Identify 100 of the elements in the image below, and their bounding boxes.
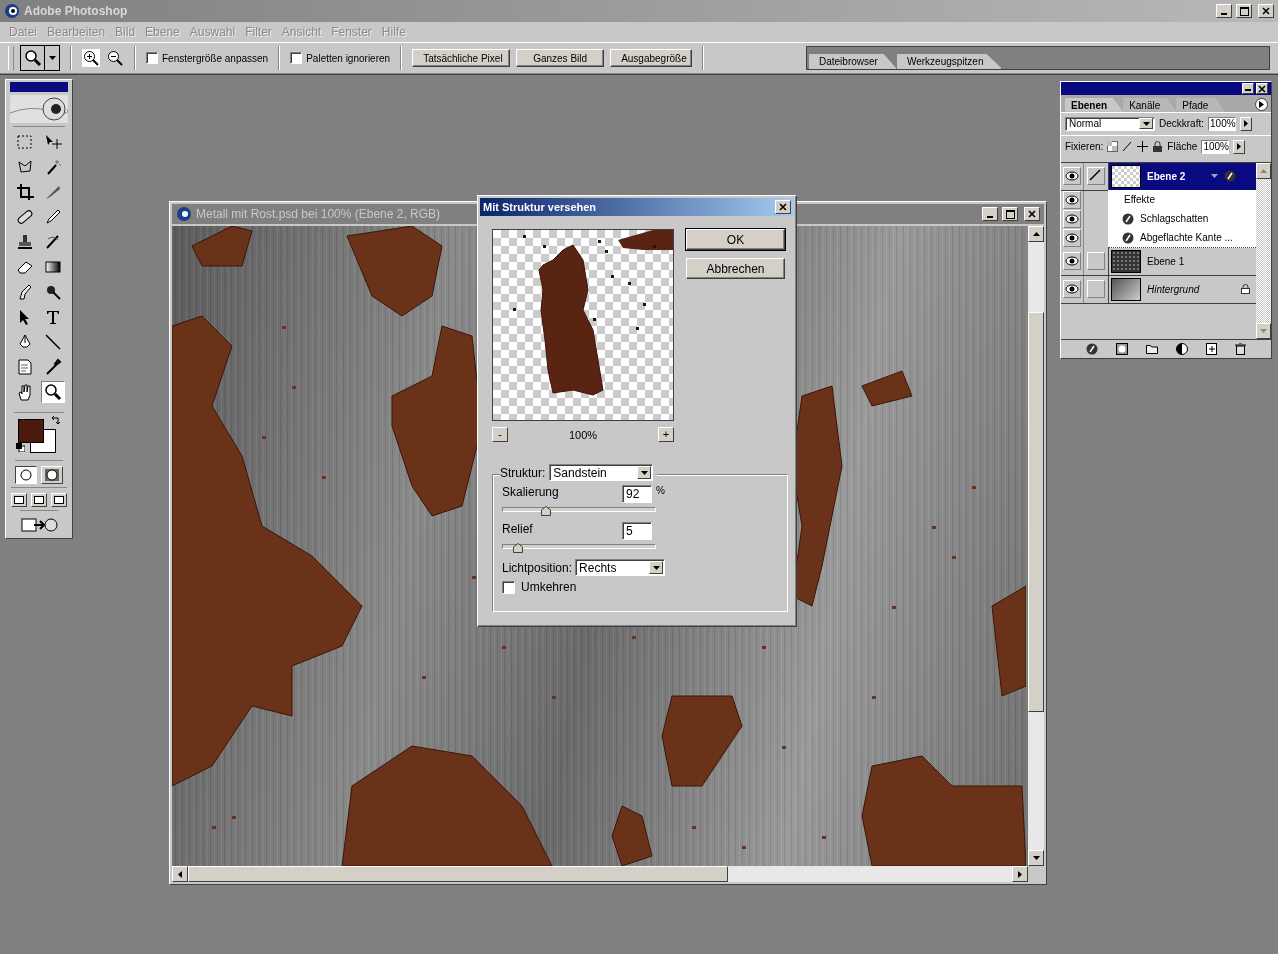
zoom-out-button[interactable] — [106, 49, 124, 67]
eye-icon — [1065, 233, 1079, 244]
document-icon — [176, 206, 192, 222]
mask-icon — [1116, 343, 1128, 355]
filled-circle-icon — [45, 469, 59, 481]
visibility-toggle[interactable] — [1063, 229, 1081, 248]
minimize-button[interactable] — [1216, 4, 1232, 18]
magnifier-icon — [23, 49, 42, 67]
palette-tab[interactable]: Dateibrowser — [809, 54, 897, 69]
fill-input[interactable]: 100% — [1201, 139, 1230, 154]
zoom-in-button[interactable] — [82, 49, 100, 67]
visibility-toggle[interactable] — [1063, 210, 1081, 229]
close-button[interactable] — [775, 200, 791, 214]
visibility-toggle[interactable] — [1063, 280, 1081, 299]
invert-checkbox[interactable]: Umkehren — [502, 580, 779, 594]
brush-icon — [1088, 168, 1102, 183]
link-toggle[interactable] — [1087, 252, 1105, 271]
ok-button[interactable]: OK — [686, 229, 785, 250]
opacity-arrow-button[interactable] — [1240, 116, 1252, 131]
opacity-input[interactable]: 100% — [1208, 116, 1236, 131]
dropdown-arrow-icon — [1211, 174, 1218, 179]
pencil-icon — [44, 208, 62, 226]
dialog-title: Mit Struktur versehen — [483, 201, 598, 213]
close-button[interactable] — [1256, 83, 1268, 94]
maximize-button[interactable] — [1002, 207, 1018, 221]
tool-preset-picker[interactable] — [20, 45, 60, 71]
eye-icon — [1065, 256, 1079, 267]
toolbar-button[interactable]: Ganzes Bild — [516, 49, 605, 67]
cancel-button[interactable]: Abbrechen — [686, 258, 785, 279]
screen-mode-button[interactable] — [31, 493, 47, 507]
texture-dropdown[interactable]: Sandstein — [549, 464, 654, 481]
lock-icon — [1152, 141, 1164, 153]
blend-mode-dropdown[interactable]: Normal — [1065, 116, 1155, 131]
screen-mode-button[interactable] — [51, 493, 67, 507]
vertical-scrollbar[interactable] — [1256, 162, 1271, 339]
half-circle-icon — [1176, 343, 1188, 355]
minimize-button[interactable] — [982, 207, 998, 221]
minimize-icon — [1245, 89, 1251, 91]
effect-icon — [1122, 231, 1134, 244]
toolbar-button[interactable]: Tatsächliche Pixel — [412, 49, 511, 67]
screen-mode-button[interactable] — [11, 493, 27, 507]
layer-row[interactable]: Ebene 2 — [1109, 162, 1256, 190]
line-icon — [44, 333, 62, 351]
toolbox-header-bar — [10, 82, 68, 92]
zoom-in-button[interactable]: + — [658, 427, 674, 442]
visibility-toggle[interactable] — [1063, 191, 1081, 210]
maximize-button[interactable] — [1236, 4, 1252, 18]
link-toggle[interactable] — [1087, 167, 1105, 186]
light-position-label: Lichtposition: — [502, 560, 573, 575]
maximize-icon — [1239, 6, 1249, 16]
fill-arrow-button[interactable] — [1233, 139, 1246, 154]
zoom-out-button[interactable]: - — [492, 427, 508, 442]
scaling-label: Skalierung — [502, 485, 560, 499]
scaling-input[interactable]: 92 — [622, 485, 652, 503]
panel-tab[interactable]: Kanäle — [1123, 97, 1177, 112]
toolbar-button[interactable]: Ausgabegröße — [610, 49, 693, 67]
panel-tab[interactable]: Pfade — [1176, 97, 1225, 112]
slider-thumb-icon — [513, 543, 524, 553]
minimize-icon — [1221, 13, 1227, 15]
minimize-button[interactable] — [1242, 83, 1254, 94]
layer-thumbnail — [1111, 277, 1141, 301]
light-position-dropdown[interactable]: Rechts — [575, 559, 666, 576]
burn-tool-icon — [44, 283, 62, 301]
vertical-scrollbar[interactable] — [1028, 226, 1044, 866]
layer-name: Ebene 2 — [1147, 170, 1187, 182]
close-button[interactable] — [1024, 207, 1040, 221]
close-icon — [1262, 7, 1270, 15]
slider-thumb[interactable] — [540, 506, 551, 516]
visibility-toggle[interactable] — [1063, 167, 1081, 186]
slider-thumb[interactable] — [513, 543, 524, 553]
up-arrow-icon — [1260, 168, 1267, 173]
horizontal-scrollbar[interactable] — [172, 866, 1028, 882]
dashed-rectangle-icon — [16, 133, 34, 151]
magic-wand-icon — [44, 158, 62, 176]
relief-input[interactable]: 5 — [622, 522, 652, 540]
left-arrow-icon — [178, 870, 182, 878]
folder-icon — [1146, 344, 1158, 354]
gradient-icon — [44, 258, 62, 276]
effect-name: Abgeflachte Kante ... — [1140, 232, 1233, 244]
checker-square-icon — [1107, 141, 1119, 153]
checkbox[interactable]: Fenstergröße anpassen — [146, 52, 269, 64]
magnifier-icon — [44, 383, 62, 401]
panel-menu-button[interactable] — [1255, 97, 1268, 111]
visibility-toggle[interactable] — [1063, 252, 1081, 271]
palette-tab[interactable]: Werkzeugspitzen — [896, 54, 1003, 69]
quick-mask-button[interactable] — [41, 466, 63, 484]
standard-mode-button[interactable] — [15, 466, 37, 484]
dropdown-arrow-icon — [48, 56, 56, 60]
checkbox[interactable]: Paletten ignorieren — [290, 52, 391, 64]
panel-tab[interactable]: Ebenen — [1065, 97, 1124, 112]
percent-unit: % — [656, 485, 665, 496]
dropdown-arrow-icon — [640, 470, 648, 475]
tool-button[interactable] — [41, 381, 65, 403]
maximize-icon — [1005, 209, 1015, 219]
link-toggle[interactable] — [1087, 280, 1105, 299]
type-tool-icon — [44, 308, 62, 326]
close-button[interactable] — [1258, 4, 1274, 18]
layer-row[interactable]: Hintergrund — [1109, 275, 1256, 303]
layer-row[interactable]: Ebene 1 — [1109, 247, 1256, 275]
lock-icon — [1241, 284, 1250, 295]
